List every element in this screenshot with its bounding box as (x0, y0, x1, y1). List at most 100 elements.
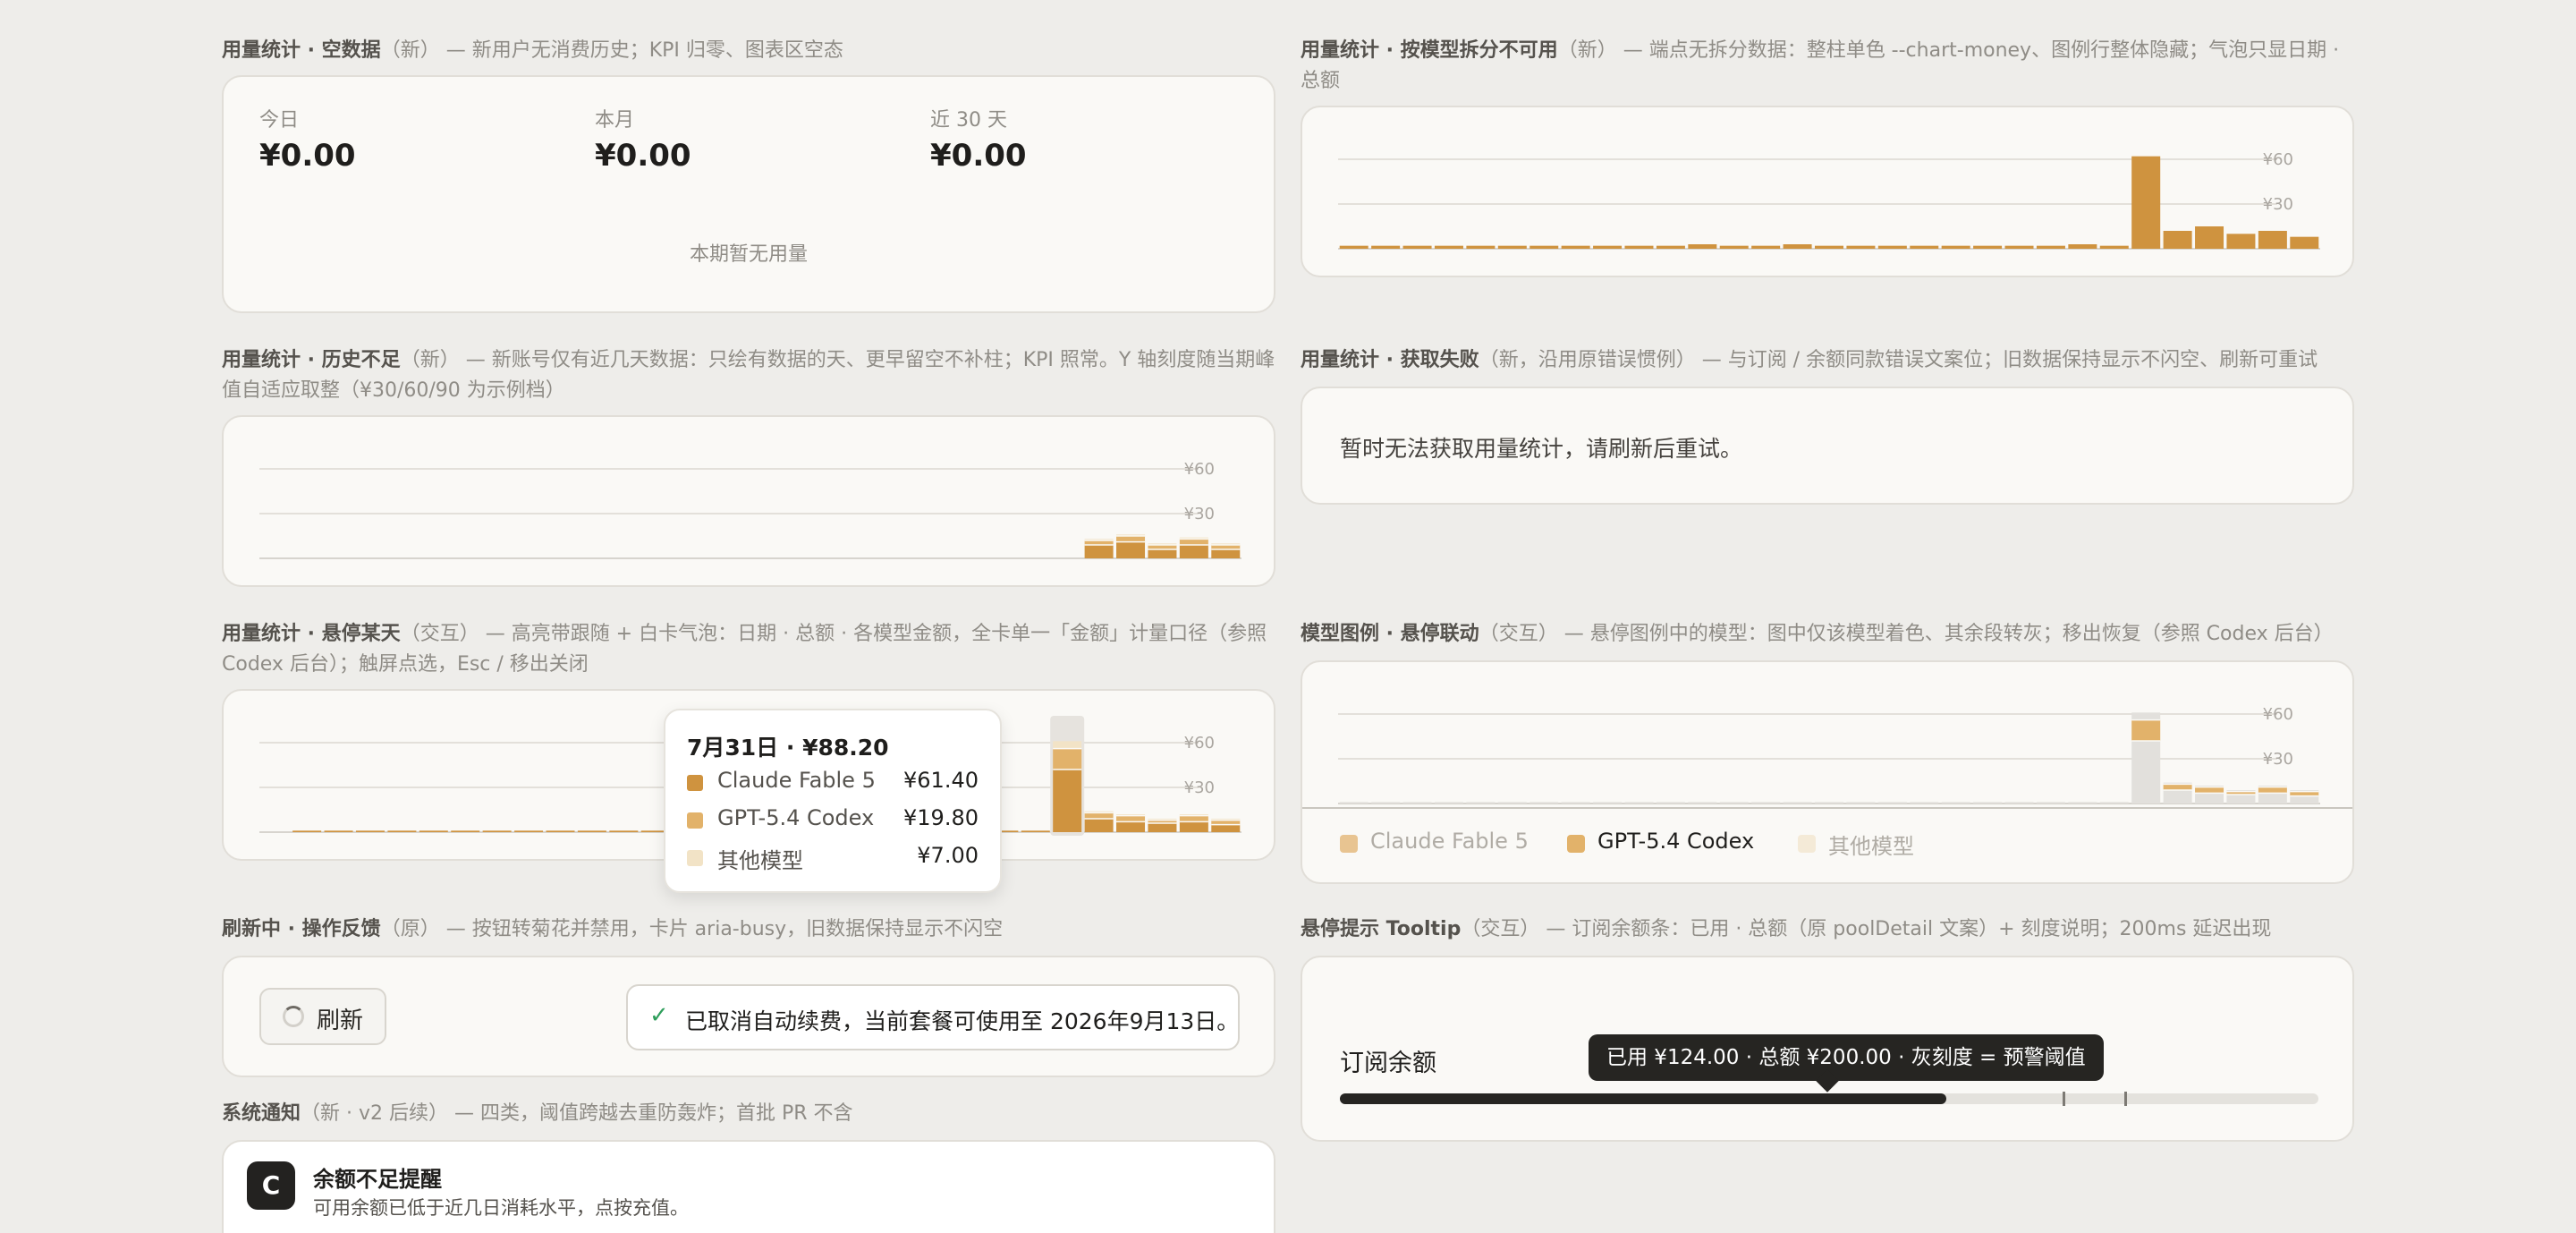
usage-chart-legend: ¥60 ¥30 (1338, 705, 2320, 804)
bar-segment (1656, 245, 1685, 249)
bar-segment (1084, 819, 1114, 832)
legend-swatch (1567, 835, 1585, 853)
bar-segment (1815, 802, 1843, 804)
y-tick-label: ¥60 (1184, 460, 1215, 479)
section-tag: （交互） (1479, 623, 1558, 645)
section-desc: — 与订阅 / 余额同款错误文案位；旧数据保持显示不闪空、刷新可重试 (1695, 349, 2318, 371)
bar-segment (2131, 719, 2161, 741)
tooltip-title: 7月31日 · ¥88.20 (687, 735, 889, 761)
bar-segment (482, 830, 512, 832)
bar-segment (2226, 234, 2256, 249)
bar-segment (1466, 802, 1496, 804)
bar-segment (1497, 245, 1527, 249)
tooltip-model-name: Claude Fable 5 (717, 768, 876, 793)
bar-segment (1434, 245, 1463, 249)
usage-legend-card: ¥60 ¥30 Claude Fable 5 GPT-5.4 Codex 其他模型 (1301, 660, 2354, 884)
notification-title: 余额不足提醒 (313, 1167, 442, 1192)
bar-segment (1148, 549, 1177, 558)
bar-segment (1371, 245, 1401, 249)
bar-segment (514, 830, 544, 832)
bar-segment (1593, 245, 1623, 249)
y-tick-label: ¥60 (2263, 705, 2293, 724)
bar-segment (1783, 244, 1812, 249)
bar-segment (2131, 741, 2161, 804)
section-tag: （新 · v2 后续） (301, 1102, 449, 1125)
y-tick-label: ¥30 (2263, 750, 2293, 769)
bar-segment (1846, 802, 1876, 804)
bar-segment (1688, 802, 1717, 804)
bar-segment (2258, 231, 2287, 249)
tooltip-model-name: 其他模型 (717, 848, 803, 873)
section-desc: — 四类，阈值跨越去重防轰炸；首批 PR 不含 (448, 1102, 853, 1125)
legend-label: GPT-5.4 Codex (1597, 829, 1755, 854)
section-tag: （新，沿用原错误惯例） (1479, 349, 1696, 371)
bar-segment (292, 830, 322, 832)
refresh-button[interactable]: 刷新 (259, 988, 386, 1045)
legend-label: Claude Fable 5 (1370, 829, 1529, 854)
bar-segment (1877, 802, 1907, 804)
legend-swatch (1798, 835, 1816, 853)
y-tick-label: ¥30 (2263, 195, 2293, 214)
bar-segment (609, 830, 639, 832)
bar-segment (1339, 802, 1368, 804)
subscription-tooltip: 已用 ¥124.00 · 总额 ¥200.00 · 灰刻度 = 预警阈值 (1589, 1034, 2104, 1093)
kpi-month-label: 本月 (595, 109, 635, 132)
y-tick-label: ¥30 (1184, 778, 1215, 797)
check-icon: ✓ (649, 1002, 669, 1029)
section-title-history: 用量统计 · 历史不足（新） — 新账号仅有近几天数据：只绘有数据的天、更早留空… (222, 345, 1277, 406)
bar-segment (2226, 795, 2256, 804)
bar-segment (1877, 245, 1907, 249)
bar-segment (419, 830, 448, 832)
refresh-label: 刷新 (317, 1008, 364, 1034)
swatch-gpt (687, 812, 703, 829)
usage-error-card: 暂时无法获取用量统计，请刷新后重试。 (1301, 387, 2354, 505)
bar-segment (1116, 821, 1146, 832)
bar-segment (1053, 748, 1082, 770)
bar-segment (451, 830, 480, 832)
y-tick-label: ¥30 (1184, 505, 1215, 523)
bar-segment (1434, 802, 1463, 804)
section-title-empty: 用量统计 · 空数据（新） — 新用户无消费历史；KPI 归零、图表区空态 (222, 36, 1277, 66)
legend-swatch (1340, 835, 1358, 853)
section-name: 用量统计 · 空数据 (222, 39, 381, 62)
notification-card[interactable]: C 余额不足提醒 可用余额已低于近几日消耗水平，点按充值。 (222, 1140, 1275, 1233)
section-title-legend-hover: 模型图例 · 悬停联动（交互） — 悬停图例中的模型：图中仅该模型着色、其余段转… (1301, 619, 2356, 650)
day-tooltip: 7月31日 · ¥88.20 Claude Fable 5 ¥61.40 GPT… (664, 709, 1002, 893)
bar-segment (1973, 245, 2003, 249)
bar-segment (2163, 231, 2192, 249)
bar-segment (1561, 802, 1590, 804)
subscription-label: 订阅余额 (1340, 1050, 1436, 1077)
bar-segment (1656, 802, 1685, 804)
bar-segment (1593, 802, 1623, 804)
success-toast: ✓ 已取消自动续费，当前套餐可使用至 2026年9月13日。 (626, 984, 1240, 1050)
bar-segment (1179, 821, 1208, 832)
bar-segment (1973, 802, 2003, 804)
bar-segment (1624, 245, 1654, 249)
usage-no-split-card: ¥60 ¥30 (1301, 106, 2354, 277)
tooltip-row: Claude Fable 5 ¥61.40 (687, 768, 979, 798)
tooltip-row: GPT-5.4 Codex ¥19.80 (687, 805, 979, 836)
bar-segment (1179, 539, 1208, 545)
section-name: 悬停提示 Tooltip (1301, 918, 1462, 940)
bar-segment (1211, 549, 1241, 558)
section-tag: （交互） (1461, 918, 1540, 940)
bar-segment (2195, 793, 2224, 804)
bar-segment (1116, 815, 1146, 822)
bar-segment (2131, 156, 2161, 249)
kpi-30d-value: ¥0.00 (930, 138, 1027, 174)
bar-segment (324, 830, 353, 832)
bar-segment (1751, 245, 1781, 249)
tooltip-model-name: GPT-5.4 Codex (717, 805, 875, 830)
bar-segment (2258, 787, 2287, 794)
bar-segment (546, 830, 575, 832)
bar-segment (2163, 790, 2192, 804)
section-title-no-split: 用量统计 · 按模型拆分不可用（新） — 端点无拆分数据：整柱单色 --char… (1301, 36, 2356, 97)
bar-segment (1371, 802, 1401, 804)
section-tag: （新） (1557, 39, 1617, 62)
subscription-progress[interactable] (1340, 1092, 2318, 1106)
bar-segment (1148, 823, 1177, 832)
bar-segment (1751, 802, 1781, 804)
section-name: 用量统计 · 悬停某天 (222, 623, 401, 645)
legend-label: 其他模型 (1828, 834, 1914, 859)
section-name: 模型图例 · 悬停联动 (1301, 623, 1479, 645)
